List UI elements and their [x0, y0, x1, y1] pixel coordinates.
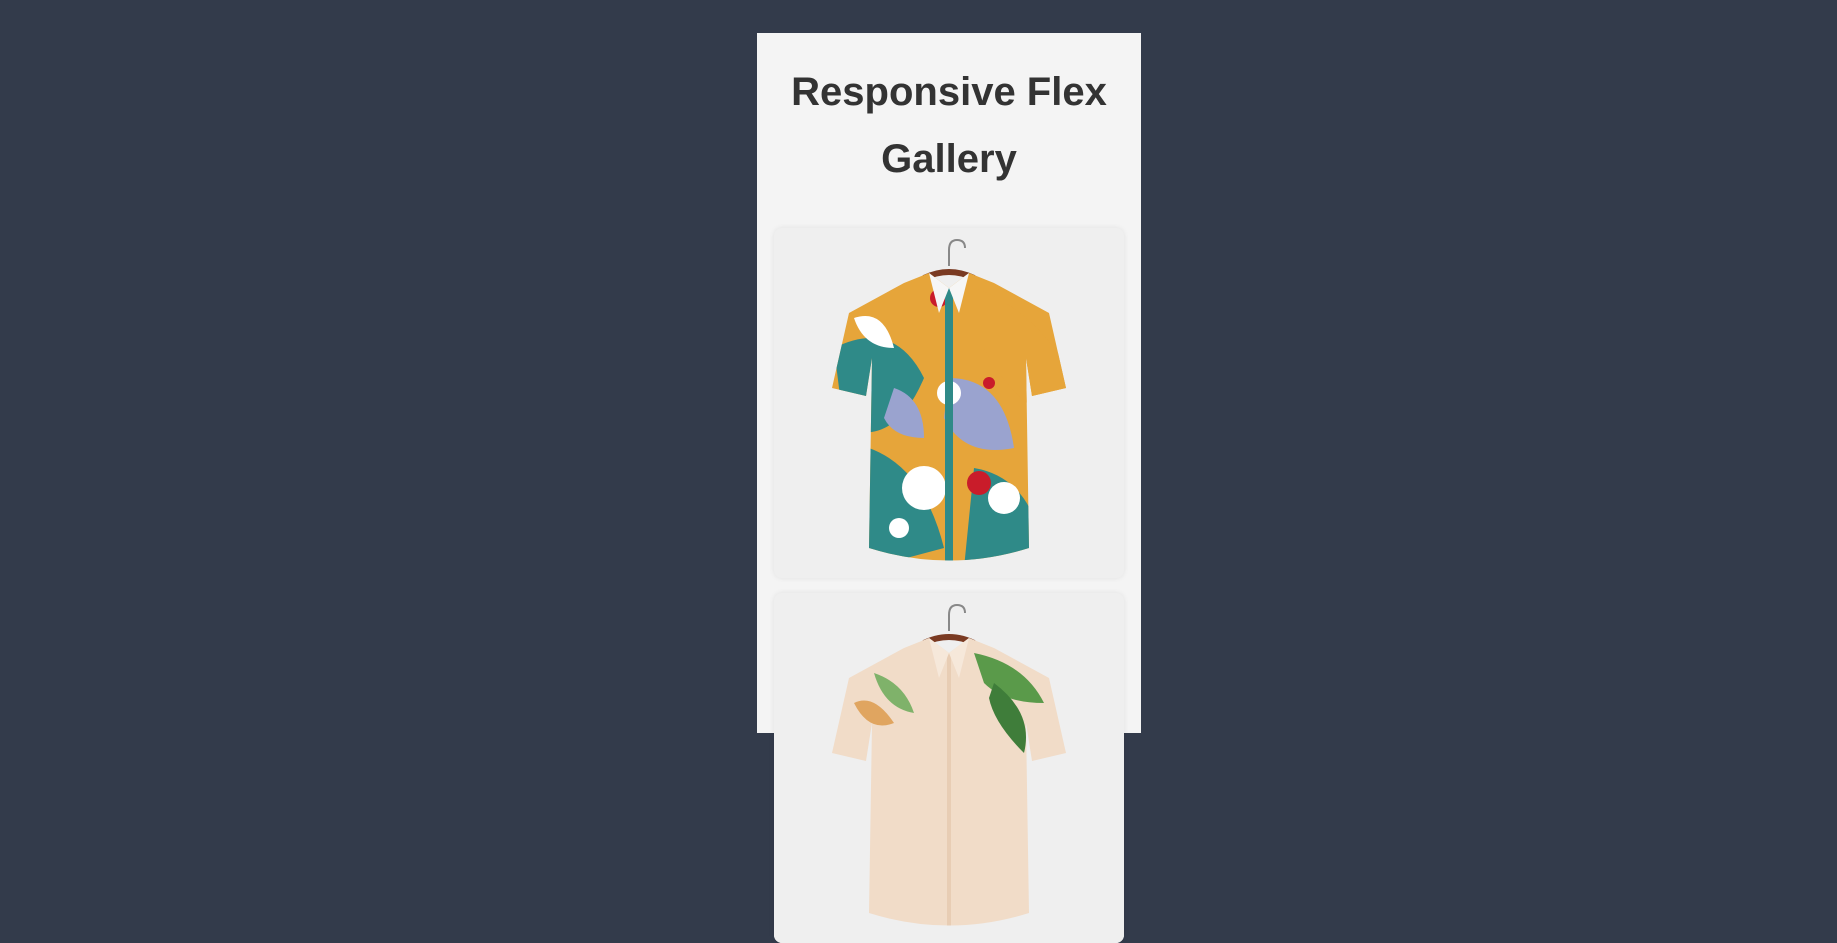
shirt-tropical-leaf-icon [774, 593, 1124, 943]
shirt-abstract-floral-icon [774, 228, 1124, 578]
flex-gallery [774, 228, 1124, 943]
gallery-card[interactable] [774, 593, 1124, 943]
gallery-page: Responsive Flex Gallery [757, 33, 1141, 943]
gallery-card[interactable] [774, 228, 1124, 578]
page-title: Responsive Flex Gallery [791, 70, 1107, 181]
